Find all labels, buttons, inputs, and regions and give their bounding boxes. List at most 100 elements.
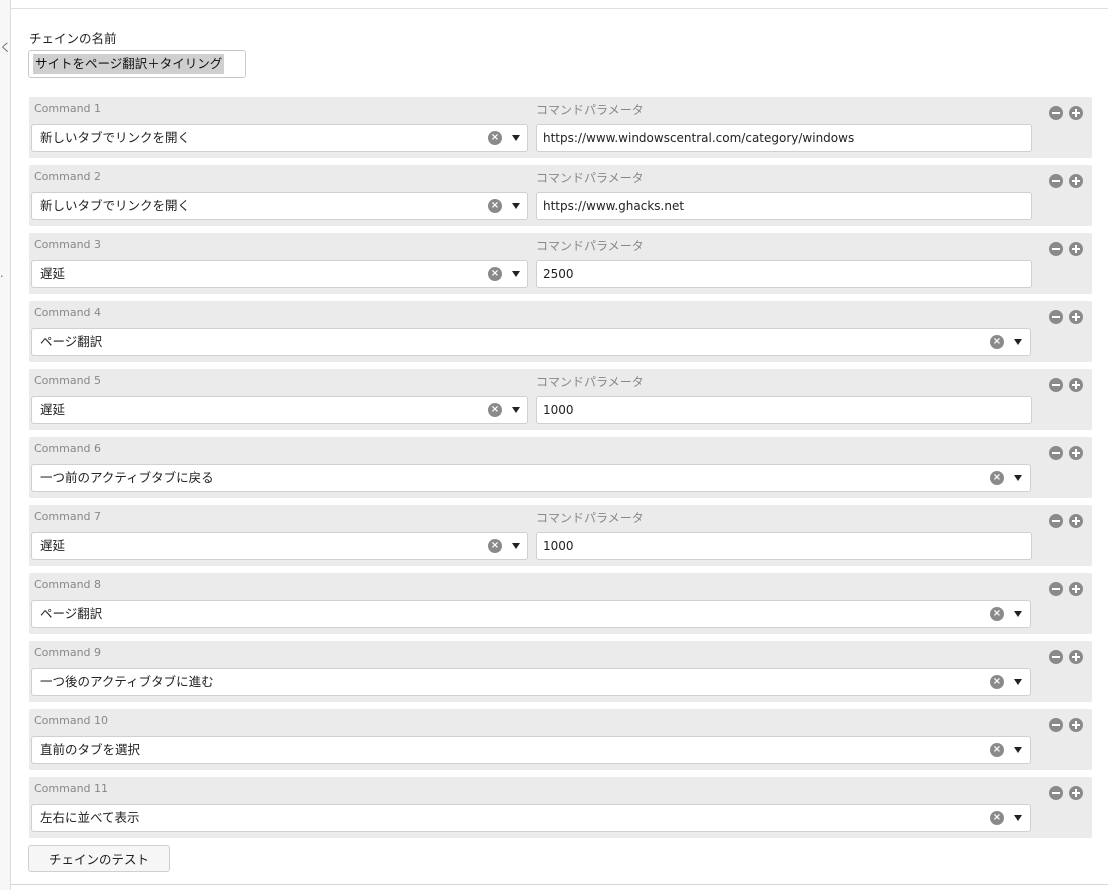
remove-command-icon[interactable] bbox=[1049, 514, 1063, 528]
command-label: Command 5 bbox=[34, 374, 102, 387]
command-param-value: https://www.ghacks.net bbox=[543, 199, 685, 213]
command-label: Command 4 bbox=[34, 306, 102, 319]
remove-command-icon[interactable] bbox=[1049, 378, 1063, 392]
remove-command-icon[interactable] bbox=[1049, 786, 1063, 800]
command-label: Command 3 bbox=[34, 238, 102, 251]
command-list: Command 1 コマンドパラメータ 新しいタブでリンクを開く × https:… bbox=[29, 97, 1092, 845]
clear-icon[interactable]: × bbox=[488, 539, 502, 553]
test-chain-button[interactable]: チェインのテスト bbox=[28, 845, 170, 872]
command-label: Command 8 bbox=[34, 578, 102, 591]
add-command-icon[interactable] bbox=[1069, 718, 1083, 732]
clear-icon[interactable]: × bbox=[990, 675, 1004, 689]
command-select[interactable]: 遅延 × bbox=[31, 396, 528, 424]
add-command-icon[interactable] bbox=[1069, 174, 1083, 188]
command-param-label: コマンドパラメータ bbox=[536, 375, 644, 389]
clear-icon[interactable]: × bbox=[488, 131, 502, 145]
clear-icon[interactable]: × bbox=[488, 199, 502, 213]
command-row: Command 1 コマンドパラメータ 新しいタブでリンクを開く × https:… bbox=[29, 97, 1092, 158]
clear-icon[interactable]: × bbox=[990, 811, 1004, 825]
dropdown-arrow-icon[interactable] bbox=[1014, 339, 1022, 345]
add-command-icon[interactable] bbox=[1069, 106, 1083, 120]
command-param-label: コマンドパラメータ bbox=[536, 239, 644, 253]
command-param-value: 1000 bbox=[543, 539, 574, 553]
clear-icon[interactable]: × bbox=[990, 743, 1004, 757]
command-select[interactable]: 新しいタブでリンクを開く × bbox=[31, 124, 528, 152]
clear-icon[interactable]: × bbox=[990, 335, 1004, 349]
top-divider bbox=[10, 8, 1108, 9]
bottom-divider bbox=[10, 884, 1108, 885]
clear-icon[interactable]: × bbox=[488, 403, 502, 417]
command-select[interactable]: 直前のタブを選択 × bbox=[31, 736, 1031, 764]
command-select-value: 遅延 bbox=[40, 538, 66, 553]
command-select-value: 遅延 bbox=[40, 402, 66, 417]
remove-command-icon[interactable] bbox=[1049, 650, 1063, 664]
command-label: Command 2 bbox=[34, 170, 102, 183]
add-command-icon[interactable] bbox=[1069, 514, 1083, 528]
command-select-value: 左右に並べて表示 bbox=[40, 810, 140, 825]
command-row: Command 5 コマンドパラメータ 遅延 × 1000 bbox=[29, 369, 1092, 430]
add-command-icon[interactable] bbox=[1069, 582, 1083, 596]
command-row: Command 8 ページ翻訳 × bbox=[29, 573, 1092, 634]
command-param-value: 1000 bbox=[543, 403, 574, 417]
add-command-icon[interactable] bbox=[1069, 310, 1083, 324]
remove-command-icon[interactable] bbox=[1049, 174, 1063, 188]
command-select[interactable]: ページ翻訳 × bbox=[31, 600, 1031, 628]
clear-icon[interactable]: × bbox=[990, 607, 1004, 621]
command-param-label: コマンドパラメータ bbox=[536, 103, 644, 117]
command-label: Command 7 bbox=[34, 510, 102, 523]
clear-icon[interactable]: × bbox=[990, 471, 1004, 485]
dropdown-arrow-icon[interactable] bbox=[512, 135, 520, 141]
add-command-icon[interactable] bbox=[1069, 786, 1083, 800]
dropdown-arrow-icon[interactable] bbox=[1014, 611, 1022, 617]
clear-icon[interactable]: × bbox=[488, 267, 502, 281]
remove-command-icon[interactable] bbox=[1049, 718, 1063, 732]
command-select-value: 遅延 bbox=[40, 266, 66, 281]
command-param-input[interactable]: https://www.ghacks.net bbox=[536, 192, 1032, 220]
dropdown-arrow-icon[interactable] bbox=[1014, 747, 1022, 753]
left-sidebar-edge: く . bbox=[0, 0, 11, 890]
dropdown-arrow-icon[interactable] bbox=[1014, 815, 1022, 821]
dropdown-arrow-icon[interactable] bbox=[512, 407, 520, 413]
dropdown-arrow-icon[interactable] bbox=[512, 271, 520, 277]
command-param-input[interactable]: 1000 bbox=[536, 532, 1032, 560]
chain-name-input[interactable]: サイトをページ翻訳＋タイリング bbox=[28, 50, 246, 78]
command-param-input[interactable]: https://www.windowscentral.com/category/… bbox=[536, 124, 1032, 152]
add-command-icon[interactable] bbox=[1069, 242, 1083, 256]
command-row: Command 7 コマンドパラメータ 遅延 × 1000 bbox=[29, 505, 1092, 566]
command-select[interactable]: 遅延 × bbox=[31, 260, 528, 288]
command-select-value: 直前のタブを選択 bbox=[40, 742, 141, 757]
sidebar-glyph: く bbox=[0, 41, 11, 54]
command-select[interactable]: ページ翻訳 × bbox=[31, 328, 1031, 356]
add-command-icon[interactable] bbox=[1069, 650, 1083, 664]
command-row: Command 10 直前のタブを選択 × bbox=[29, 709, 1092, 770]
command-param-label: コマンドパラメータ bbox=[536, 171, 644, 185]
command-label: Command 9 bbox=[34, 646, 102, 659]
remove-command-icon[interactable] bbox=[1049, 106, 1063, 120]
command-select-value: 一つ前のアクティブタブに戻る bbox=[40, 470, 214, 485]
command-select-value: ページ翻訳 bbox=[40, 606, 103, 621]
command-select[interactable]: 一つ後のアクティブタブに進む × bbox=[31, 668, 1031, 696]
dropdown-arrow-icon[interactable] bbox=[1014, 679, 1022, 685]
command-select[interactable]: 遅延 × bbox=[31, 532, 528, 560]
command-param-input[interactable]: 2500 bbox=[536, 260, 1032, 288]
command-select[interactable]: 新しいタブでリンクを開く × bbox=[31, 192, 528, 220]
remove-command-icon[interactable] bbox=[1049, 446, 1063, 460]
command-select-value: 新しいタブでリンクを開く bbox=[40, 130, 191, 145]
command-label: Command 11 bbox=[34, 782, 109, 795]
dropdown-arrow-icon[interactable] bbox=[512, 203, 520, 209]
add-command-icon[interactable] bbox=[1069, 446, 1083, 460]
command-param-input[interactable]: 1000 bbox=[536, 396, 1032, 424]
command-select[interactable]: 左右に並べて表示 × bbox=[31, 804, 1031, 832]
command-row: Command 6 一つ前のアクティブタブに戻る × bbox=[29, 437, 1092, 498]
dropdown-arrow-icon[interactable] bbox=[512, 543, 520, 549]
command-label: Command 1 bbox=[34, 102, 102, 115]
command-select-value: 一つ後のアクティブタブに進む bbox=[40, 674, 214, 689]
sidebar-glyph: . bbox=[0, 267, 4, 280]
command-row: Command 11 左右に並べて表示 × bbox=[29, 777, 1092, 838]
command-select[interactable]: 一つ前のアクティブタブに戻る × bbox=[31, 464, 1031, 492]
dropdown-arrow-icon[interactable] bbox=[1014, 475, 1022, 481]
remove-command-icon[interactable] bbox=[1049, 242, 1063, 256]
add-command-icon[interactable] bbox=[1069, 378, 1083, 392]
remove-command-icon[interactable] bbox=[1049, 310, 1063, 324]
remove-command-icon[interactable] bbox=[1049, 582, 1063, 596]
